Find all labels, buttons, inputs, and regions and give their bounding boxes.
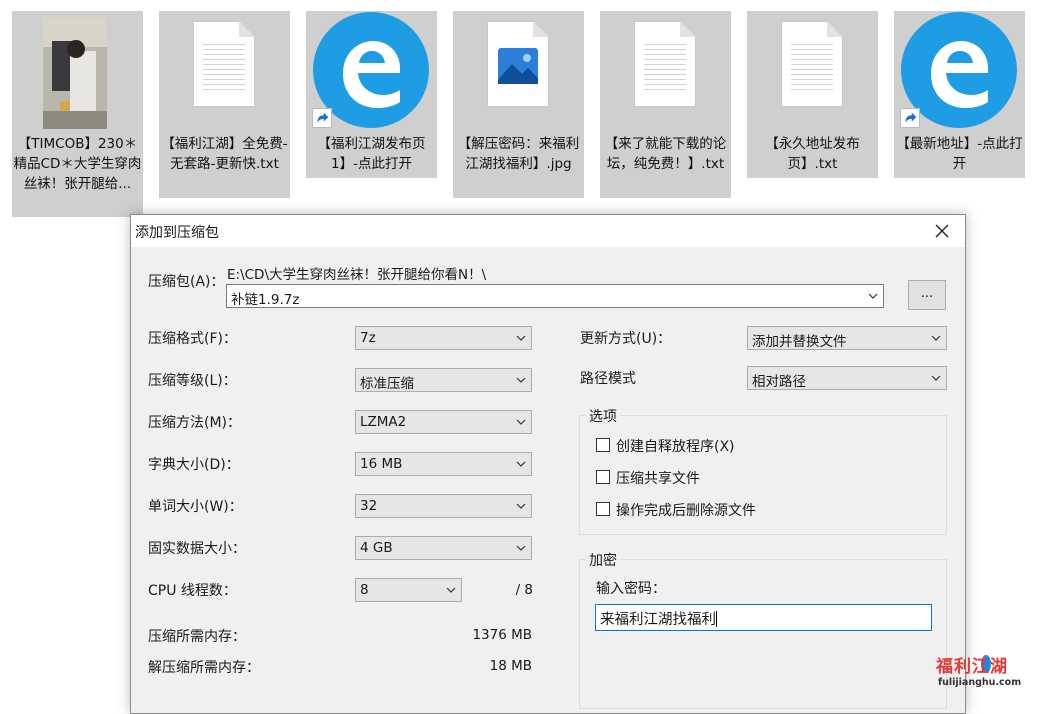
mem-decomp-label: 解压缩所需内存： [148,660,260,676]
method-select[interactable]: LZMA2 [355,410,532,434]
file-label: 【福利江湖】全免费-无套路-更新快.txt [161,136,288,172]
watermark-domain: fulijianghu.com [938,677,1022,688]
sfx-label: 创建自释放程序(X) [616,439,735,455]
add-to-archive-dialog: 添加到压缩包 压缩包(A)： E:\CD\大学生穿肉丝袜！张开腿给你看N！\ 补… [130,214,966,714]
solid-select[interactable]: 4 GB [355,536,532,560]
mem-comp-value: 1376 MB [472,627,532,643]
file-label: 【来了就能下载的论坛，纯免费！】.txt [604,136,727,172]
chevron-down-icon [868,293,878,299]
file-tile-permanent-txt[interactable]: 【永久地址发布页】.txt [747,11,878,178]
chevron-down-icon [516,377,526,383]
file-label: 【永久地址发布页】.txt [765,136,860,172]
update-value: 添加并替换文件 [752,334,847,350]
cpu-label: CPU 线程数： [148,583,237,599]
chevron-down-icon [931,335,941,341]
browse-button[interactable]: ... [908,280,946,310]
chevron-down-icon [516,419,526,425]
level-select[interactable]: 标准压缩 [355,368,532,392]
file-tile-forum-txt[interactable]: 【来了就能下载的论坛，纯免费！】.txt [600,11,731,198]
chevron-down-icon [446,587,456,593]
format-label: 压缩格式(F)： [148,331,237,347]
sfx-checkbox[interactable] [596,438,610,452]
password-value: 来福利江湖找福利 [600,612,716,628]
delete-source-label: 操作完成后删除源文件 [616,503,756,519]
delete-source-checkbox[interactable] [596,502,610,516]
text-document-icon [781,21,843,107]
word-select[interactable]: 32 [355,494,532,518]
level-label: 压缩等级(L)： [148,373,237,389]
encryption-title: 加密 [586,550,620,570]
title-bar: 添加到压缩包 [131,215,965,247]
chevron-down-icon [516,461,526,467]
options-title: 选项 [586,406,620,426]
close-icon[interactable] [929,219,955,243]
path-label: 路径模式 [580,371,636,387]
options-group: 选项 创建自释放程序(X) 压缩共享文件 操作完成后删除源文件 [579,406,947,535]
file-label: 【福利江湖发布页1】-点此打开 [317,136,426,172]
encryption-group: 加密 输入密码： 来福利江湖找福利 [579,550,947,709]
password-label: 输入密码： [596,581,666,597]
format-value: 7z [360,330,376,346]
word-label: 单词大小(W)： [148,499,243,515]
word-value: 32 [360,498,378,514]
file-label: 【TIMCOB】230＊精品CD＊大学生穿肉丝袜！张开腿给... [13,136,142,192]
mem-comp-label: 压缩所需内存： [148,629,246,645]
image-file-icon [487,21,549,107]
update-label: 更新方式(U)： [580,331,672,347]
shared-checkbox[interactable] [596,470,610,484]
update-select[interactable]: 添加并替换文件 [747,326,947,350]
mem-decomp-value: 18 MB [489,658,532,674]
password-input[interactable]: 来福利江湖找福利 [595,604,932,631]
cpu-select[interactable]: 8 [355,578,462,602]
cpu-total: / 8 [515,582,533,598]
chevron-down-icon [931,375,941,381]
path-select[interactable]: 相对路径 [747,366,947,390]
dict-select[interactable]: 16 MB [355,452,532,476]
solid-value: 4 GB [360,540,393,556]
file-label: 【最新地址】-点此打开 [896,136,1023,172]
method-label: 压缩方法(M)： [148,415,242,431]
file-label: 【解压密码：来福利江湖找福利】.jpg [457,136,580,172]
cpu-value: 8 [360,582,369,598]
dict-label: 字典大小(D)： [148,457,240,473]
level-value: 标准压缩 [360,376,414,392]
chevron-down-icon [516,335,526,341]
text-document-icon [634,21,696,107]
shortcut-arrow-icon [900,108,920,128]
dict-value: 16 MB [360,456,403,472]
shared-label: 压缩共享文件 [616,471,700,487]
solid-label: 固实数据大小： [148,541,246,557]
watermark-logo: 福利江湖 fulijianghu.com [936,652,1028,694]
text-caret [716,611,717,627]
format-select[interactable]: 7z [355,326,532,350]
file-tile-password-jpg[interactable]: 【解压密码：来福利江湖找福利】.jpg [453,11,584,198]
watermark-brand: 福利江湖 [936,657,1008,677]
file-tile-latest-shortcut[interactable]: 【最新地址】-点此打开 [894,11,1025,178]
file-tile-timcob[interactable]: 【TIMCOB】230＊精品CD＊大学生穿肉丝袜！张开腿给... [12,11,143,217]
photo-thumbnail [43,17,107,129]
text-document-icon [193,21,255,107]
method-value: LZMA2 [360,414,407,430]
file-tile-fabu-shortcut[interactable]: 【福利江湖发布页1】-点此打开 [306,11,437,178]
chevron-down-icon [516,503,526,509]
archive-path: E:\CD\大学生穿肉丝袜！张开腿给你看N！\ [227,267,487,283]
chevron-down-icon [516,545,526,551]
archive-label: 压缩包(A)： [148,274,225,290]
shortcut-arrow-icon [312,108,332,128]
archive-name-value: 补链1.9.7z [231,292,300,308]
file-tile-fuli-txt[interactable]: 【福利江湖】全免费-无套路-更新快.txt [159,11,290,198]
path-value: 相对路径 [752,374,806,390]
archive-name-combo[interactable]: 补链1.9.7z [226,284,884,308]
dialog-title: 添加到压缩包 [135,225,219,241]
